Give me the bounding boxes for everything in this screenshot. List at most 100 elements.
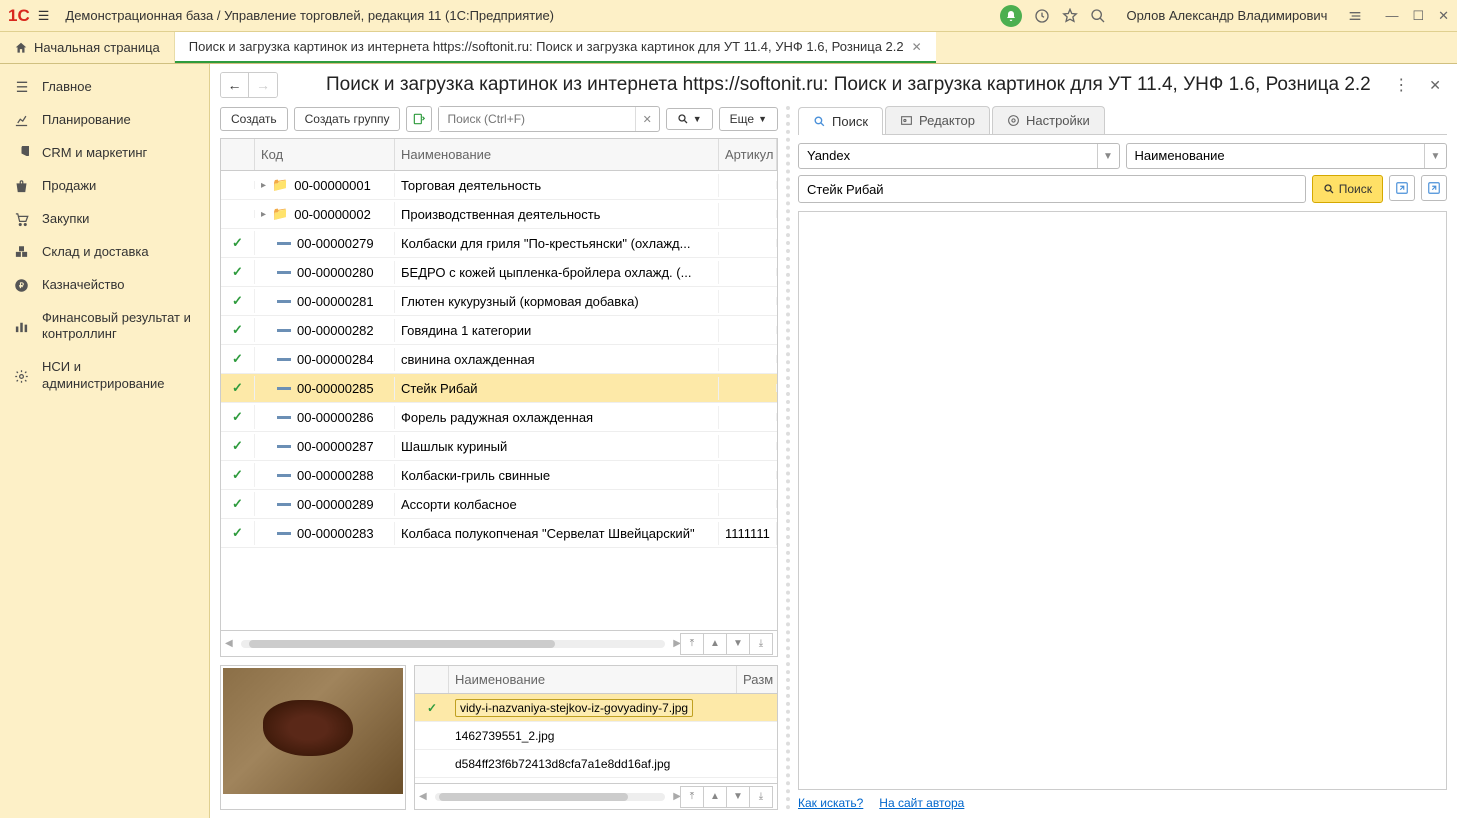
table-row[interactable]: ✓00-00000280БЕДРО с кожей цыпленка-бройл… (221, 258, 777, 287)
import-button[interactable] (1389, 175, 1415, 201)
table-row[interactable]: ▸📁00-00000002Производственная деятельнос… (221, 200, 777, 229)
panel-settings-icon[interactable] (1347, 8, 1363, 24)
refresh-button[interactable] (406, 106, 432, 132)
expand-icon[interactable]: ▸ (261, 180, 266, 191)
files-h-scrollbar[interactable] (435, 793, 666, 801)
col-article[interactable]: Артикул (719, 139, 777, 170)
fcol-check[interactable] (415, 666, 449, 693)
image-preview[interactable] (220, 665, 406, 810)
row-check[interactable]: ✓ (221, 260, 255, 284)
table-row[interactable]: ✓00-00000284свинина охлажденная (221, 345, 777, 374)
fscroll-left-icon[interactable]: ◀ (419, 791, 427, 802)
nav-admin[interactable]: НСИ и администрирование (0, 351, 209, 401)
scroll-down-icon[interactable]: ▼ (726, 633, 750, 655)
table-row[interactable]: ✓00-00000287Шашлык куриный (221, 432, 777, 461)
expand-icon[interactable]: ▸ (261, 209, 266, 220)
query-input[interactable] (798, 175, 1306, 203)
row-check[interactable]: ✓ (221, 521, 255, 545)
tab-editor[interactable]: Редактор (885, 106, 990, 134)
dropdown-icon[interactable]: ▼ (1097, 144, 1119, 168)
nav-crm[interactable]: CRM и маркетинг (0, 137, 209, 170)
create-group-button[interactable]: Создать группу (294, 107, 401, 131)
fscroll-down-icon[interactable]: ▼ (726, 786, 750, 808)
search-clear-icon[interactable]: ✕ (635, 107, 659, 131)
table-row[interactable]: ✓00-00000286Форель радужная охлажденная (221, 403, 777, 432)
scroll-left-icon[interactable]: ◀ (225, 638, 233, 649)
table-row[interactable]: ✓00-00000282Говядина 1 категории (221, 316, 777, 345)
main-menu-icon[interactable]: ☰ (38, 8, 50, 24)
file-row[interactable]: d584ff23f6b72413d8cfa7a1e8dd16af.jpg (415, 750, 777, 778)
favorites-icon[interactable] (1062, 8, 1078, 24)
row-check[interactable]: ✓ (221, 492, 255, 516)
tab-settings[interactable]: Настройки (992, 106, 1105, 134)
nav-sales[interactable]: Продажи (0, 170, 209, 203)
nav-warehouse[interactable]: Склад и доставка (0, 236, 209, 269)
page-menu-icon[interactable]: ⋮ (1387, 75, 1415, 95)
back-button[interactable]: ← (221, 73, 249, 97)
engine-select[interactable]: Yandex ▼ (798, 143, 1120, 169)
home-tab[interactable]: Начальная страница (0, 32, 175, 63)
link-author-site[interactable]: На сайт автора (879, 796, 964, 810)
export-button[interactable] (1421, 175, 1447, 201)
nav-main[interactable]: ☰Главное (0, 70, 209, 104)
item-icon (277, 329, 291, 332)
row-check[interactable]: ✓ (221, 318, 255, 342)
user-name[interactable]: Орлов Александр Владимирович (1126, 8, 1327, 23)
row-check[interactable]: ✓ (221, 405, 255, 429)
engine-value: Yandex (799, 144, 1097, 168)
nav-treasury[interactable]: ₽Казначейство (0, 269, 209, 302)
row-check[interactable]: ✓ (221, 434, 255, 458)
row-check[interactable]: ✓ (221, 347, 255, 371)
row-check[interactable] (221, 181, 255, 189)
nav-purchases[interactable]: Закупки (0, 203, 209, 236)
table-row[interactable]: ✓00-00000285Стейк Рибай (221, 374, 777, 403)
forward-button[interactable]: → (249, 73, 277, 97)
active-tab[interactable]: Поиск и загрузка картинок из интернета h… (175, 32, 936, 63)
fcol-name[interactable]: Наименование (449, 666, 737, 693)
table-row[interactable]: ✓00-00000288Колбаски-гриль свинные (221, 461, 777, 490)
row-check[interactable]: ✓ (221, 231, 255, 255)
link-how-to-search[interactable]: Как искать? (798, 796, 863, 810)
search-button[interactable]: Поиск (1312, 175, 1383, 203)
notifications-icon[interactable] (1000, 5, 1022, 27)
table-row[interactable]: ✓00-00000279Колбаски для гриля "По-крест… (221, 229, 777, 258)
file-row[interactable]: ✓vidy-i-nazvaniya-stejkov-iz-govyadiny-7… (415, 694, 777, 722)
scroll-up-icon[interactable]: ▲ (703, 633, 727, 655)
maximize-button[interactable]: ☐ (1412, 8, 1424, 24)
page-close-icon[interactable]: ✕ (1423, 77, 1447, 94)
fscroll-top-icon[interactable]: ⤒ (680, 786, 704, 808)
scroll-bottom-icon[interactable]: ⤓ (749, 633, 773, 655)
table-row[interactable]: ✓00-00000283Колбаса полукопченая "Сервел… (221, 519, 777, 548)
col-code[interactable]: Код (255, 139, 395, 170)
minimize-button[interactable]: — (1385, 8, 1398, 24)
tab-search[interactable]: Поиск (798, 107, 883, 135)
fscroll-up-icon[interactable]: ▲ (703, 786, 727, 808)
scroll-top-icon[interactable]: ⤒ (680, 633, 704, 655)
create-button[interactable]: Создать (220, 107, 288, 131)
h-scrollbar[interactable] (241, 640, 666, 648)
table-row[interactable]: ✓00-00000289Ассорти колбасное (221, 490, 777, 519)
col-check[interactable] (221, 139, 255, 170)
history-icon[interactable] (1034, 8, 1050, 24)
fscroll-bottom-icon[interactable]: ⤓ (749, 786, 773, 808)
file-row[interactable]: 1462739551_2.jpg (415, 722, 777, 750)
dropdown-icon[interactable]: ▼ (1424, 144, 1446, 168)
row-check[interactable]: ✓ (221, 289, 255, 313)
nav-finance[interactable]: Финансовый результат и контроллинг (0, 302, 209, 352)
search-input[interactable] (439, 107, 634, 131)
table-row[interactable]: ▸📁00-00000001Торговая деятельность (221, 171, 777, 200)
global-search-icon[interactable] (1090, 8, 1106, 24)
close-window-button[interactable]: ✕ (1438, 8, 1449, 24)
file-check[interactable]: ✓ (415, 701, 449, 715)
row-check[interactable]: ✓ (221, 376, 255, 400)
fcol-size[interactable]: Разм (737, 666, 777, 693)
row-check[interactable]: ✓ (221, 463, 255, 487)
table-row[interactable]: ✓00-00000281Глютен кукурузный (кормовая … (221, 287, 777, 316)
field-select[interactable]: Наименование ▼ (1126, 143, 1448, 169)
nav-planning[interactable]: Планирование (0, 104, 209, 137)
col-name[interactable]: Наименование (395, 139, 719, 170)
search-dropdown-button[interactable]: ▼ (666, 108, 713, 130)
tab-close-icon[interactable]: ✕ (912, 40, 922, 54)
row-check[interactable] (221, 210, 255, 218)
more-button[interactable]: Еще ▼ (719, 107, 778, 131)
